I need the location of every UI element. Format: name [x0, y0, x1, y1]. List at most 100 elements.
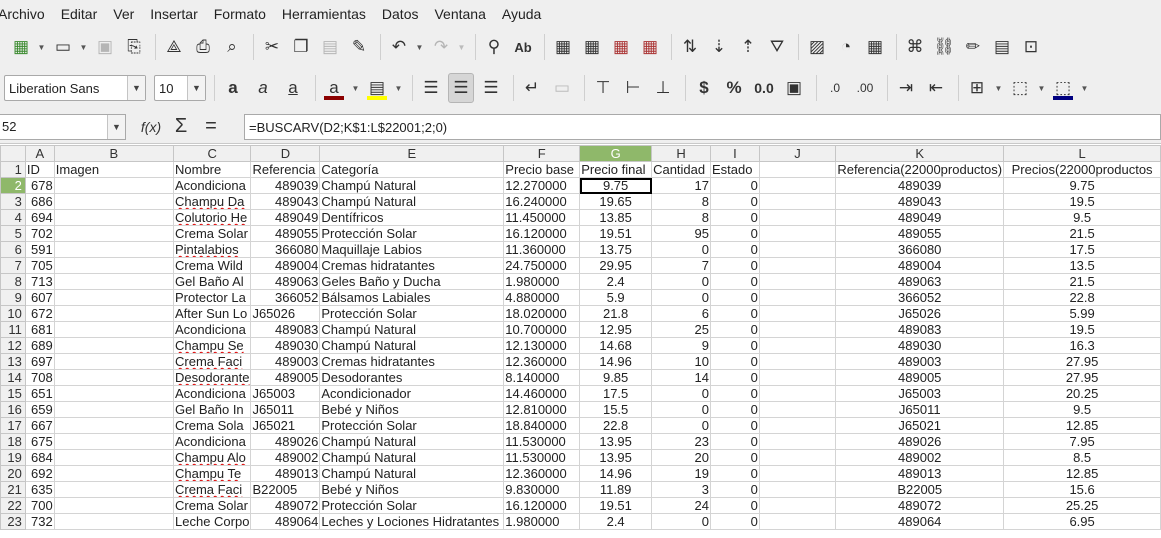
cell-imagen[interactable] — [53, 401, 175, 418]
cell-precio-base[interactable]: 18.020000 — [503, 305, 581, 322]
cell-estado[interactable]: 0 — [709, 241, 760, 258]
cell-nombre[interactable]: Gel Baño Al — [172, 273, 252, 290]
cell-j[interactable] — [758, 449, 837, 466]
header-cell-nombre[interactable]: Nombre — [172, 161, 252, 178]
cell-precios-22000[interactable]: 8.5 — [1003, 449, 1161, 466]
undo-icon[interactable]: ↶ — [386, 34, 412, 60]
menu-ventana[interactable]: Ventana — [434, 6, 493, 22]
italic-icon[interactable]: a — [250, 73, 276, 103]
cell-estado[interactable]: 0 — [709, 225, 760, 242]
cell-categoria[interactable]: Champú Natural — [319, 449, 505, 466]
delete-decimal-icon[interactable]: .00 — [852, 73, 878, 103]
cell-cantidad[interactable]: 0 — [651, 513, 711, 530]
cell-imagen[interactable] — [53, 337, 175, 354]
currency-icon[interactable]: $ — [691, 73, 717, 103]
cell-precio-final[interactable]: 14.96 — [579, 465, 653, 482]
cell-id[interactable]: 651 — [24, 385, 55, 402]
cell-id[interactable]: 708 — [24, 369, 55, 386]
menu-archivo[interactable]: Archivo — [0, 6, 53, 22]
date-format-icon[interactable]: ▣ — [781, 73, 807, 103]
cell-referencia-22000[interactable]: 489002 — [835, 449, 1005, 466]
export-pdf-icon[interactable]: ⟁ — [161, 34, 187, 60]
function-wizard-button[interactable]: f(x) — [136, 114, 166, 140]
row-header[interactable]: 18 — [0, 433, 26, 450]
cell-j[interactable] — [758, 385, 837, 402]
cell-estado[interactable]: 0 — [709, 513, 760, 530]
find-icon[interactable]: ⚲ — [481, 34, 507, 60]
cell-id[interactable]: 686 — [24, 193, 55, 210]
cell-nombre[interactable]: Acondiciona — [172, 385, 252, 402]
number-format-icon[interactable]: 0.0 — [751, 73, 777, 103]
cell-precio-final[interactable]: 19.51 — [579, 225, 653, 242]
chevron-down-icon[interactable]: ▼ — [457, 34, 466, 60]
cell-precio-final[interactable]: 13.85 — [579, 209, 653, 226]
cell-precio-final[interactable]: 21.8 — [579, 305, 653, 322]
cell-estado[interactable]: 0 — [709, 465, 760, 482]
cell-referencia[interactable]: J65021 — [250, 417, 321, 434]
cell-precio-base[interactable]: 24.750000 — [503, 257, 581, 274]
cell-nombre[interactable]: After Sun Lo — [172, 305, 252, 322]
cell-categoria[interactable]: Leches y Lociones Hidratantes — [319, 513, 505, 530]
cell-precio-base[interactable]: 10.700000 — [503, 321, 581, 338]
cell-nombre[interactable]: Crema Solar — [172, 225, 252, 242]
cell-categoria[interactable]: Bebé y Niños — [319, 401, 505, 418]
cell-precio-final[interactable]: 19.51 — [579, 497, 653, 514]
column-header-i[interactable]: I — [709, 145, 760, 162]
cell-categoria[interactable]: Cremas hidratantes — [319, 353, 505, 370]
cell-categoria[interactable]: Champú Natural — [319, 177, 505, 194]
cell-imagen[interactable] — [53, 353, 175, 370]
cell-cantidad[interactable]: 0 — [651, 241, 711, 258]
cell-nombre[interactable]: Leche Corpo — [172, 513, 252, 530]
cell-imagen[interactable] — [53, 209, 175, 226]
cell-cantidad[interactable]: 3 — [651, 481, 711, 498]
cell-precios-22000[interactable]: 19.5 — [1003, 321, 1161, 338]
cell-precios-22000[interactable]: 15.6 — [1003, 481, 1161, 498]
cell-precios-22000[interactable]: 7.95 — [1003, 433, 1161, 450]
cell-referencia-22000[interactable]: 489026 — [835, 433, 1005, 450]
cell-j[interactable] — [758, 305, 837, 322]
special-character-icon[interactable]: ⌘ — [902, 34, 928, 60]
cell-precios-22000[interactable]: 9.5 — [1003, 209, 1161, 226]
cell-cantidad[interactable]: 14 — [651, 369, 711, 386]
cell-id[interactable]: 697 — [24, 353, 55, 370]
cell-referencia[interactable]: 489072 — [250, 497, 321, 514]
cell-precio-base[interactable]: 12.130000 — [503, 337, 581, 354]
cell-id[interactable]: 702 — [24, 225, 55, 242]
cell-referencia-22000[interactable]: 489013 — [835, 465, 1005, 482]
cell-categoria[interactable]: Maquillaje Labios — [319, 241, 505, 258]
header-cell-referencia-22000[interactable]: Referencia(22000productos) — [835, 161, 1005, 178]
cell-id[interactable]: 635 — [24, 481, 55, 498]
cell-imagen[interactable] — [53, 369, 175, 386]
cut-icon[interactable]: ✂ — [259, 34, 285, 60]
cell-nombre[interactable]: Desodorante — [172, 369, 252, 386]
cell-precios-22000[interactable]: 27.95 — [1003, 353, 1161, 370]
cell-categoria[interactable]: Bálsamos Labiales — [319, 289, 505, 306]
bold-icon[interactable]: a — [220, 73, 246, 103]
chevron-down-icon[interactable]: ▼ — [394, 75, 403, 101]
row-header[interactable]: 23 — [0, 513, 26, 530]
cell-estado[interactable]: 0 — [709, 273, 760, 290]
column-header-a[interactable]: A — [24, 145, 55, 162]
cell-id[interactable]: 591 — [24, 241, 55, 258]
cell-precio-base[interactable]: 16.120000 — [503, 225, 581, 242]
row-icon[interactable]: ▦ — [550, 34, 576, 60]
cell-estado[interactable]: 0 — [709, 209, 760, 226]
cell-categoria[interactable]: Champú Natural — [319, 193, 505, 210]
cell-precios-22000[interactable]: 21.5 — [1003, 225, 1161, 242]
cell-categoria[interactable]: Protección Solar — [319, 417, 505, 434]
delete-row-icon[interactable]: ▦ — [637, 34, 663, 60]
cell-precio-base[interactable]: 12.360000 — [503, 465, 581, 482]
row-header[interactable]: 4 — [0, 209, 26, 226]
cell-j[interactable] — [758, 177, 837, 194]
header-cell-imagen[interactable]: Imagen — [53, 161, 175, 178]
cell-imagen[interactable] — [53, 257, 175, 274]
chevron-down-icon[interactable]: ▼ — [187, 76, 205, 100]
insert-row-icon[interactable]: ▦ — [608, 34, 634, 60]
cell-precio-final[interactable]: 13.95 — [579, 433, 653, 450]
cell-referencia-22000[interactable]: 366052 — [835, 289, 1005, 306]
cell-categoria[interactable]: Protección Solar — [319, 305, 505, 322]
cell-precio-final[interactable]: 17.5 — [579, 385, 653, 402]
cell-precio-base[interactable]: 11.530000 — [503, 449, 581, 466]
export-icon[interactable]: ⎘ — [121, 34, 147, 60]
cell-referencia[interactable]: 489005 — [250, 369, 321, 386]
